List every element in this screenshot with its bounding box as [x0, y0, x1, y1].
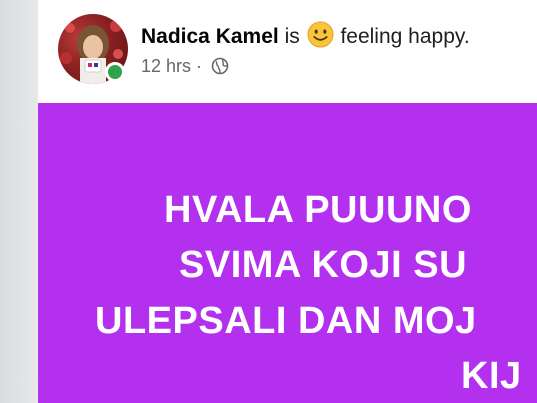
background-strip	[0, 0, 38, 403]
globe-icon[interactable]	[211, 57, 229, 75]
status-text-line: SVIMA KOJI SU	[179, 244, 468, 286]
author-name-link[interactable]: Nadica Kamel	[141, 25, 279, 48]
feeling-text[interactable]: feeling happy.	[340, 25, 469, 48]
activity-verb: is	[284, 25, 300, 48]
post-headline: Nadica Kamel is feeling happy.	[141, 21, 470, 52]
online-status-indicator	[105, 62, 125, 82]
author-avatar-container[interactable]	[58, 14, 128, 84]
meta-separator: ·	[196, 56, 203, 76]
status-text-line: ULEPSALI DAN MOJ	[95, 300, 477, 342]
post-meta: 12 hrs ·	[141, 54, 229, 78]
colored-status-body: HVALA PUUUNO SVIMA KOJI SU ULEPSALI DAN …	[38, 103, 537, 403]
post-card: Nadica Kamel is feeling happy. 12 hrs · …	[38, 0, 537, 403]
status-text-line: KIJ	[461, 355, 522, 397]
status-text-line: HVALA PUUUNO	[164, 189, 472, 231]
post-header: Nadica Kamel is feeling happy. 12 hrs ·	[38, 0, 537, 103]
post-timestamp-link[interactable]: 12 hrs	[141, 56, 191, 76]
smiling-face-emoji-icon	[307, 21, 334, 48]
